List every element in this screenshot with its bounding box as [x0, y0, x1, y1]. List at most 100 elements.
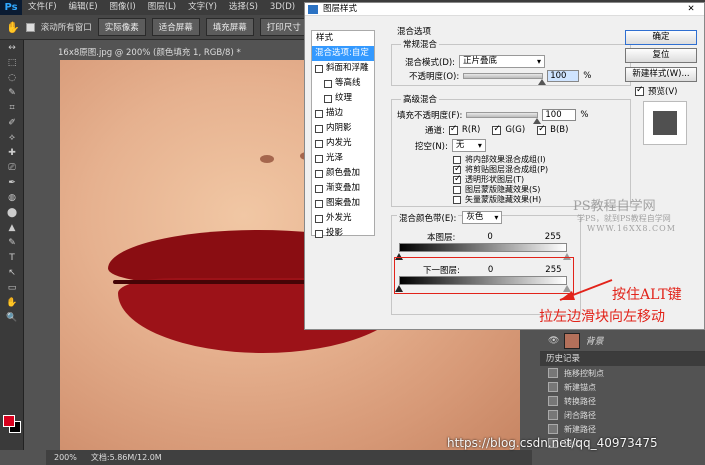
preview-checkbox[interactable] — [635, 85, 644, 96]
pen-tool-icon[interactable]: ✎ — [0, 235, 24, 250]
document-size: 文档:5.86M/12.0M — [90, 453, 162, 462]
fill-screen-button[interactable]: 填充屏幕 — [205, 18, 254, 36]
dialog-app-icon — [308, 5, 318, 14]
path-select-tool-icon[interactable]: ↖ — [0, 265, 24, 280]
eye-icon[interactable]: 👁 — [548, 336, 559, 346]
eyedropper-tool-icon[interactable]: ✐ — [0, 115, 24, 130]
style-item[interactable]: 渐变叠加 — [312, 181, 374, 196]
advanced-option-checkbox[interactable] — [453, 155, 461, 164]
style-checkbox[interactable] — [315, 184, 323, 193]
channel-r-checkbox[interactable] — [448, 124, 458, 135]
menu-3d[interactable]: 3D(D) — [264, 0, 301, 15]
ok-button[interactable]: 确定 — [625, 30, 697, 45]
style-checkbox[interactable] — [324, 79, 332, 88]
opacity-percent: % — [583, 71, 592, 81]
history-item[interactable]: 拖移控制点 — [540, 366, 705, 380]
preview-row: 预览(V) — [635, 85, 677, 97]
zoom-tool-icon[interactable]: 🔍 — [0, 310, 24, 325]
document-tab-title: 16x8原图.jpg @ 200% (颜色填充 1, RGB/8) * — [58, 48, 241, 58]
style-item[interactable]: 纹理 — [312, 91, 374, 106]
advanced-option-checkbox[interactable] — [453, 185, 461, 194]
style-checkbox[interactable] — [315, 64, 323, 73]
advanced-option-checkbox[interactable] — [453, 164, 462, 174]
scroll-all-checkbox[interactable] — [25, 22, 35, 32]
style-item[interactable]: 内阴影 — [312, 121, 374, 136]
menu-type[interactable]: 文字(Y) — [182, 0, 223, 15]
history-step-icon — [548, 424, 558, 434]
blend-options-title-text: 混合选项 — [397, 27, 432, 37]
hand-tool-icon[interactable]: ✋ — [0, 295, 24, 310]
style-item-label: 投影 — [326, 228, 344, 238]
style-checkbox[interactable] — [315, 199, 323, 208]
lasso-tool-icon[interactable]: ◌ — [0, 70, 24, 85]
shape-tool-icon[interactable]: ▭ — [0, 280, 24, 295]
fill-opacity-input[interactable]: 100 — [542, 109, 577, 121]
styles-header[interactable]: 样式 — [312, 31, 374, 46]
opacity-slider-knob[interactable] — [538, 79, 547, 85]
style-item[interactable]: 光泽 — [312, 151, 374, 166]
advanced-option-checkbox[interactable] — [453, 174, 462, 184]
style-item[interactable]: 投影 — [312, 226, 374, 241]
document-tab[interactable]: 16x8原图.jpg @ 200% (颜色填充 1, RGB/8) * — [46, 46, 246, 60]
healing-tool-icon[interactable]: ⟡ — [0, 130, 24, 145]
blend-if-select[interactable]: 灰色 — [462, 211, 503, 224]
move-tool-icon[interactable]: ↔ — [0, 40, 24, 55]
layer-row-background[interactable]: 👁 背景 — [540, 330, 705, 352]
quick-select-tool-icon[interactable]: ✎ — [0, 85, 24, 100]
fit-screen-button[interactable]: 适合屏幕 — [151, 18, 200, 36]
menu-edit[interactable]: 编辑(E) — [63, 0, 104, 15]
history-item[interactable]: 转换路径 — [540, 394, 705, 408]
channel-b-checkbox[interactable] — [537, 124, 547, 135]
type-tool-icon[interactable]: T — [0, 250, 24, 265]
style-item[interactable]: 图案叠加 — [312, 196, 374, 211]
new-style-button[interactable]: 新建样式(W)... — [625, 67, 697, 82]
advanced-option-label: 矢量蒙版隐藏效果(H) — [465, 195, 542, 204]
marquee-tool-icon[interactable]: ⬚ — [0, 55, 24, 70]
advanced-option-checkbox[interactable] — [453, 195, 461, 204]
style-item[interactable]: 描边 — [312, 106, 374, 121]
style-checkbox[interactable] — [315, 214, 323, 223]
style-item[interactable]: 混合选项:自定 — [312, 46, 374, 61]
brush-tool-icon[interactable]: ✚ — [0, 145, 24, 160]
history-item[interactable]: 新建锚点 — [540, 380, 705, 394]
style-item[interactable]: 外发光 — [312, 211, 374, 226]
menu-image[interactable]: 图像(I) — [104, 0, 142, 15]
style-checkbox[interactable] — [315, 154, 323, 163]
knockout-select[interactable]: 无 — [451, 139, 486, 152]
history-item[interactable]: 闭合路径 — [540, 408, 705, 422]
zoom-level[interactable]: 200% — [54, 453, 77, 462]
gradient-tool-icon[interactable]: ⬤ — [0, 205, 24, 220]
dialog-title-bar[interactable]: 图层样式 ✕ — [305, 3, 704, 16]
reset-button[interactable]: 复位 — [625, 48, 697, 63]
crop-tool-icon[interactable]: ⌗ — [0, 100, 24, 115]
menu-file[interactable]: 文件(F) — [22, 0, 63, 15]
channel-g-checkbox[interactable] — [492, 124, 502, 135]
history-panel-title[interactable]: 历史记录 — [540, 352, 705, 366]
style-checkbox[interactable] — [324, 94, 332, 103]
history-item[interactable]: 新建路径 — [540, 422, 705, 436]
style-checkbox[interactable] — [315, 139, 323, 148]
close-icon[interactable]: ✕ — [678, 3, 704, 16]
style-checkbox[interactable] — [315, 124, 323, 133]
style-item[interactable]: 斜面和浮雕 — [312, 61, 374, 76]
style-checkbox[interactable] — [315, 169, 323, 178]
style-item[interactable]: 颜色叠加 — [312, 166, 374, 181]
eraser-tool-icon[interactable]: ◍ — [0, 190, 24, 205]
fill-opacity-slider[interactable] — [466, 112, 542, 124]
style-checkbox[interactable] — [315, 229, 323, 238]
history-brush-tool-icon[interactable]: ✒ — [0, 175, 24, 190]
opacity-input[interactable]: 100 — [547, 70, 580, 82]
menu-select[interactable]: 选择(S) — [223, 0, 264, 15]
blend-mode-select[interactable]: 正片叠底 — [459, 55, 546, 68]
actual-pixels-button[interactable]: 实际像素 — [97, 18, 146, 36]
menu-layer[interactable]: 图层(L) — [142, 0, 182, 15]
stamp-tool-icon[interactable]: ⎚ — [0, 160, 24, 175]
style-item[interactable]: 内发光 — [312, 136, 374, 151]
style-item[interactable]: 等高线 — [312, 76, 374, 91]
style-checkbox[interactable] — [315, 109, 323, 118]
foreground-color-swatch[interactable] — [3, 415, 15, 427]
this-layer-max: 255 — [544, 232, 562, 242]
opacity-slider[interactable] — [463, 73, 547, 85]
print-size-button[interactable]: 打印尺寸 — [259, 18, 308, 36]
dodge-tool-icon[interactable]: ▲ — [0, 220, 24, 235]
